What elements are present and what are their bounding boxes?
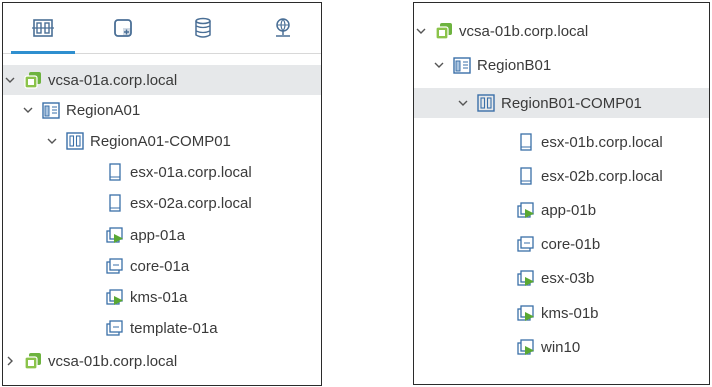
chevron-down-icon[interactable] — [456, 96, 470, 110]
tree-node[interactable]: app-01b — [414, 195, 709, 225]
vm-powered-on-icon — [516, 303, 536, 323]
host-icon — [105, 162, 125, 182]
vcenter-icon — [434, 21, 454, 41]
tree-node[interactable]: esx-01b.corp.local — [414, 127, 709, 157]
tab-hosts-and-clusters[interactable] — [3, 3, 83, 54]
chevron-down-icon[interactable] — [21, 103, 35, 117]
vcenter-icon — [23, 351, 43, 371]
tree-node[interactable]: RegionA01-COMP01 — [3, 126, 321, 156]
right-inventory-panel: vcsa-01b.corp.local RegionB01 RegionB01-CO… — [413, 2, 710, 385]
tree-node-label: esx-03b — [541, 269, 595, 287]
tree-node-label: core-01b — [541, 235, 601, 253]
tab-storage[interactable] — [163, 3, 243, 53]
cluster-icon — [476, 93, 496, 113]
tree-node[interactable]: esx-02a.corp.local — [3, 188, 321, 218]
vm-powered-on-icon — [516, 268, 536, 288]
tree-node[interactable]: RegionB01-COMP01 — [414, 88, 709, 118]
tree-node-label: esx-02b.corp.local — [541, 167, 663, 185]
host-icon — [516, 166, 536, 186]
cluster-icon — [65, 131, 85, 151]
tree-node-label: vcsa-01b.corp.local — [459, 22, 589, 40]
vm-powered-on-icon — [105, 287, 125, 307]
tree-node[interactable]: vcsa-01b.corp.local — [414, 16, 709, 46]
inventory-tab-bar — [3, 3, 321, 54]
tree-node[interactable]: RegionB01 — [414, 50, 709, 80]
tab-networking[interactable] — [243, 3, 321, 53]
vm-icon — [516, 234, 536, 254]
tree-node-label: RegionA01 — [66, 101, 141, 119]
host-icon — [516, 132, 536, 152]
tree-node[interactable]: vcsa-01b.corp.local — [3, 346, 321, 376]
datacenter-icon — [41, 100, 61, 120]
tree-node[interactable]: vcsa-01a.corp.local — [3, 65, 321, 95]
chevron-down-icon[interactable] — [3, 73, 17, 87]
tree-node[interactable]: app-01a — [3, 220, 321, 250]
chevron-down-icon[interactable] — [414, 24, 428, 38]
tree-node-label: vcsa-01a.corp.local — [48, 71, 178, 89]
tree-node-label: kms-01a — [130, 288, 188, 306]
tree-node[interactable]: esx-01a.corp.local — [3, 157, 321, 187]
tree-node-label: core-01a — [130, 257, 190, 275]
chevron-right-icon[interactable] — [3, 354, 17, 368]
vm-icon — [105, 318, 125, 338]
tree-node-label: kms-01b — [541, 304, 599, 322]
tree-node[interactable]: win10 — [414, 332, 709, 362]
tree-node[interactable]: esx-03b — [414, 263, 709, 293]
tree-node[interactable]: esx-02b.corp.local — [414, 161, 709, 191]
chevron-down-icon[interactable] — [432, 58, 446, 72]
tree-node-label: esx-01a.corp.local — [130, 163, 252, 181]
vm-icon — [105, 256, 125, 276]
vm-powered-on-icon — [105, 225, 125, 245]
left-inventory-panel: vcsa-01a.corp.local RegionA01 RegionA01-CO… — [2, 2, 322, 386]
host-icon — [105, 193, 125, 213]
tree-node[interactable]: kms-01a — [3, 282, 321, 312]
tree-node-label: app-01b — [541, 201, 597, 219]
storage-icon — [192, 16, 214, 40]
datacenter-icon — [452, 55, 472, 75]
vms-templates-icon — [112, 17, 134, 39]
chevron-down-icon[interactable] — [45, 134, 59, 148]
tab-vms-and-templates[interactable] — [83, 3, 163, 53]
tree-node-label: RegionA01-COMP01 — [90, 132, 231, 150]
tree-node[interactable]: RegionA01 — [3, 95, 321, 125]
tree-node[interactable]: template-01a — [3, 313, 321, 343]
tree-node-label: app-01a — [130, 226, 186, 244]
tree-node-label: vcsa-01b.corp.local — [48, 352, 178, 370]
vm-powered-on-icon — [516, 200, 536, 220]
tree-node-label: RegionB01 — [477, 56, 552, 74]
vcenter-icon — [23, 70, 43, 90]
tree-node-label: RegionB01-COMP01 — [501, 94, 642, 112]
tree-node[interactable]: kms-01b — [414, 298, 709, 328]
tree-node-label: win10 — [541, 338, 581, 356]
hosts-clusters-icon — [31, 17, 55, 39]
tree-node-label: esx-01b.corp.local — [541, 133, 663, 151]
tree-node[interactable]: core-01a — [3, 251, 321, 281]
networking-icon — [271, 16, 295, 40]
tree-node[interactable]: core-01b — [414, 229, 709, 259]
tree-node-label: template-01a — [130, 319, 218, 337]
vm-powered-on-icon — [516, 337, 536, 357]
tree-node-label: esx-02a.corp.local — [130, 194, 252, 212]
